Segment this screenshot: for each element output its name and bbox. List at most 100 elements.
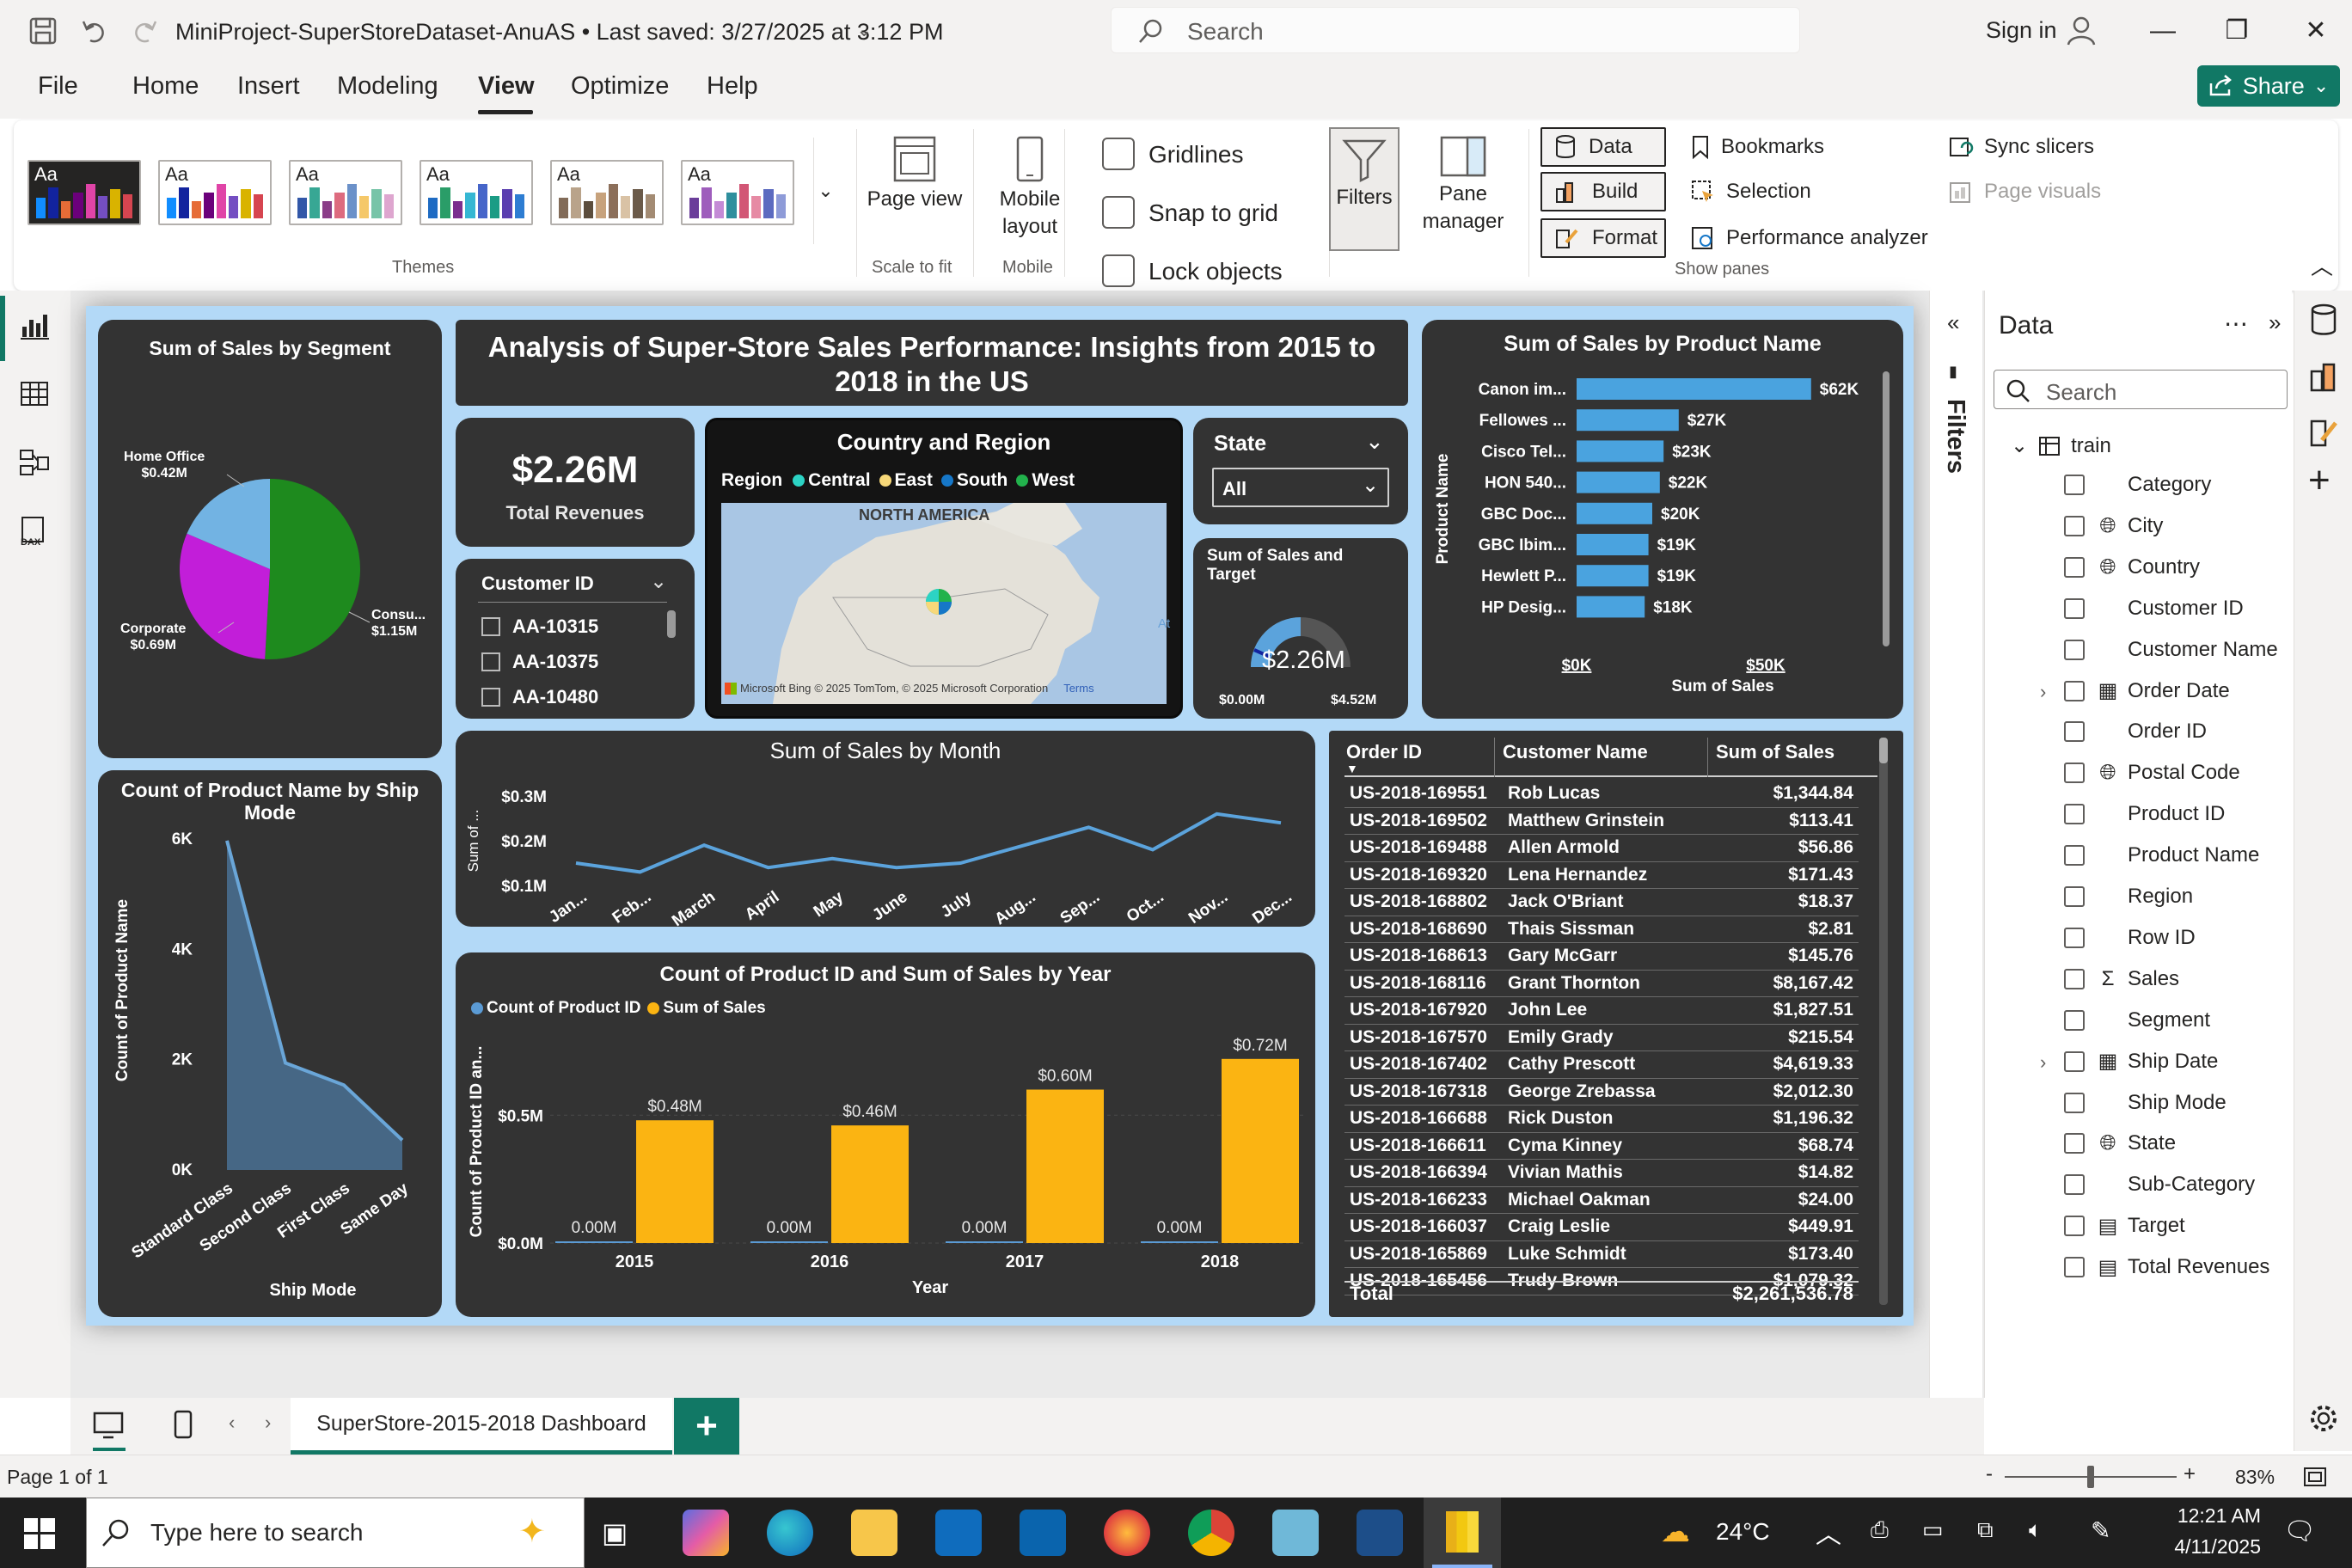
total-revenues-card[interactable]: $2.26M Total Revenues (456, 418, 695, 547)
share-button[interactable]: Share ⌄ (2197, 65, 2340, 107)
save-icon[interactable] (24, 12, 62, 50)
table-row[interactable]: US-2018-166233 Michael Oakman $24.00 (1344, 1187, 1859, 1214)
field-ship-mode[interactable]: Ship Mode (2064, 1091, 2226, 1115)
slicer-checkbox[interactable] (481, 687, 500, 707)
country-region-map-card[interactable]: Country and Region Region Central East Sou… (705, 418, 1183, 719)
orders-table-card[interactable]: Order ID ▼ Customer Name Sum of Sales US… (1329, 731, 1903, 1317)
table-row[interactable]: US-2018-167318 George Zrebassa $2,012.30 (1344, 1079, 1859, 1106)
state-slicer[interactable]: State ⌄ All ⌄ (1193, 418, 1408, 524)
field-expand-chevron-icon[interactable]: › (2040, 1051, 2046, 1074)
add-page-button[interactable]: + (674, 1398, 739, 1455)
document-title[interactable]: MiniProject-SuperStoreDataset-AnuAS • La… (175, 19, 943, 46)
field-order-id[interactable]: Order ID (2064, 720, 2207, 744)
restore-button[interactable]: ❐ (2211, 12, 2263, 50)
more-options-icon[interactable]: ⋯ (2224, 309, 2248, 338)
field-checkbox[interactable] (2064, 639, 2085, 660)
field-checkbox[interactable] (2064, 1133, 2085, 1155)
zoom-percentage[interactable]: 83% (2235, 1466, 2275, 1489)
slicer-checkbox[interactable] (481, 652, 500, 671)
menu-optimize[interactable]: Optimize (571, 72, 669, 101)
year-combo-chart-card[interactable]: Count of Product ID and Sum of Sales by … (456, 952, 1315, 1317)
selection-button[interactable]: Selection (1690, 179, 1811, 205)
settings-gear-icon[interactable] (2308, 1403, 2339, 1434)
collapse-ribbon-chevron-icon[interactable]: ︿ (2311, 249, 2333, 281)
model-view-icon[interactable] (17, 445, 52, 480)
performance-analyzer-button[interactable]: Performance analyzer (1690, 225, 1928, 251)
field-order-date[interactable]: ▦ Order Date (2064, 679, 2230, 703)
field-customer-name[interactable]: Customer Name (2064, 638, 2278, 662)
zoom-slider-thumb[interactable] (2087, 1466, 2094, 1488)
field-target[interactable]: ▤ Target (2064, 1214, 2185, 1238)
zoom-out-button[interactable]: - (1986, 1462, 1993, 1486)
field-checkbox[interactable] (2064, 1050, 2085, 1072)
sign-in-link[interactable]: Sign in (1986, 17, 2057, 44)
volume-icon[interactable]: 🔈︎ (2029, 1516, 2043, 1544)
field-checkbox[interactable] (2064, 886, 2085, 907)
menu-view[interactable]: View (478, 72, 535, 101)
field-customer-id[interactable]: Customer ID (2064, 597, 2244, 621)
phone-layout-icon[interactable] (170, 1408, 196, 1442)
field-sales[interactable]: Σ Sales (2064, 967, 2179, 991)
theme-swatch[interactable]: Aa (420, 160, 533, 225)
lock-objects-checkbox[interactable] (1102, 254, 1135, 287)
field-checkbox[interactable] (2064, 845, 2085, 867)
field-country[interactable]: 🌐︎ Country (2064, 555, 2200, 579)
sql-app-icon[interactable] (1357, 1510, 1403, 1556)
undo-icon[interactable] (76, 12, 113, 50)
minimize-button[interactable]: — (2137, 12, 2189, 50)
field-checkbox[interactable] (2064, 721, 2085, 743)
slicer-item[interactable]: AA-10480 (481, 679, 598, 714)
menu-home[interactable]: Home (132, 72, 199, 101)
close-button[interactable]: ✕ (2290, 12, 2342, 50)
segment-pie-card[interactable]: Sum of Sales by Segment Home Office $0.42… (98, 320, 442, 758)
table-row[interactable]: US-2018-168802 Jack O'Briant $18.37 (1344, 889, 1859, 916)
theme-swatch[interactable]: Aa (28, 160, 141, 225)
table-node-train[interactable]: ⌄ train (2011, 433, 2111, 458)
gridlines-checkbox[interactable] (1102, 138, 1135, 170)
menu-insert[interactable]: Insert (237, 72, 300, 101)
table-row[interactable]: US-2018-169320 Lena Hernandez $171.43 (1344, 862, 1859, 889)
table-scroll-track[interactable] (1879, 738, 1888, 1305)
title-search-box[interactable]: Search (1111, 7, 1800, 53)
power-bi-taskbar-button[interactable] (1424, 1498, 1501, 1568)
field-checkbox[interactable] (2064, 763, 2085, 784)
filters-pane-button[interactable]: Filters (1329, 127, 1400, 251)
bookmarks-button[interactable]: Bookmarks (1690, 134, 1824, 160)
desktop-layout-icon[interactable] (91, 1408, 126, 1442)
add-pane-plus-icon[interactable]: + (2308, 459, 2331, 502)
table-row[interactable]: US-2018-169488 Allen Armold $56.86 (1344, 835, 1859, 862)
state-slicer-chevron-icon[interactable]: ⌄ (1365, 428, 1384, 455)
user-avatar-icon[interactable] (2063, 12, 2099, 48)
field-total-revenues[interactable]: ▤ Total Revenues (2064, 1255, 2269, 1279)
field-product-id[interactable]: Product ID (2064, 802, 2225, 826)
table-row[interactable]: US-2018-168116 Grant Thornton $8,167.42 (1344, 971, 1859, 997)
dax-query-view-icon[interactable]: DAX (17, 514, 52, 548)
table-row[interactable]: US-2018-168690 Thais Sissman $2.81 (1344, 916, 1859, 943)
table-row[interactable]: US-2018-165869 Luke Schmidt $173.40 (1344, 1241, 1859, 1268)
data-search-input[interactable]: Search (1994, 370, 2288, 409)
snap-to-grid-checkbox[interactable] (1102, 196, 1135, 229)
field-category[interactable]: Category (2064, 473, 2211, 497)
copilot-app-icon[interactable] (683, 1510, 729, 1556)
tray-app-icon[interactable]: ⎙ (1871, 1516, 1889, 1544)
notifications-icon[interactable]: 🗨︎ (2283, 1516, 2316, 1547)
menu-help[interactable]: Help (707, 72, 758, 101)
page-tab-dashboard[interactable]: SuperStore-2015-2018 Dashboard (291, 1398, 672, 1455)
bing-map[interactable]: NORTH AMERICA Microsoft Bing © 2025 TomT… (721, 503, 1167, 704)
filters-pane-collapsed[interactable]: « ▮ Filters (1929, 291, 1982, 1398)
table-header-sum-of-sales[interactable]: Sum of Sales (1716, 741, 1834, 763)
fit-to-page-icon[interactable] (2302, 1466, 2328, 1488)
table-row[interactable]: US-2018-169551 Rob Lucas $1,344.84 (1344, 781, 1859, 808)
battery-icon[interactable]: ▭ (1922, 1516, 1944, 1543)
data-pane-button[interactable]: Data (1540, 127, 1666, 167)
field-checkbox[interactable] (2064, 515, 2085, 536)
taskbar-search-box[interactable]: Type here to search ✦ (86, 1498, 585, 1568)
clock-time[interactable]: 12:21 AM (2158, 1504, 2261, 1528)
redo-icon[interactable] (126, 12, 163, 50)
table-view-icon[interactable] (17, 377, 52, 411)
task-view-icon[interactable]: ▣ (602, 1516, 628, 1549)
customer-id-slicer[interactable]: Customer ID ⌄ AA-10315 AA-10375 AA-10480 (456, 559, 695, 719)
page-visuals-button[interactable]: Page visuals (1948, 179, 2101, 205)
theme-swatch[interactable]: Aa (158, 160, 272, 225)
sales-target-gauge-card[interactable]: Sum of Sales and Target $2.26M $0.00M $4… (1193, 538, 1408, 719)
